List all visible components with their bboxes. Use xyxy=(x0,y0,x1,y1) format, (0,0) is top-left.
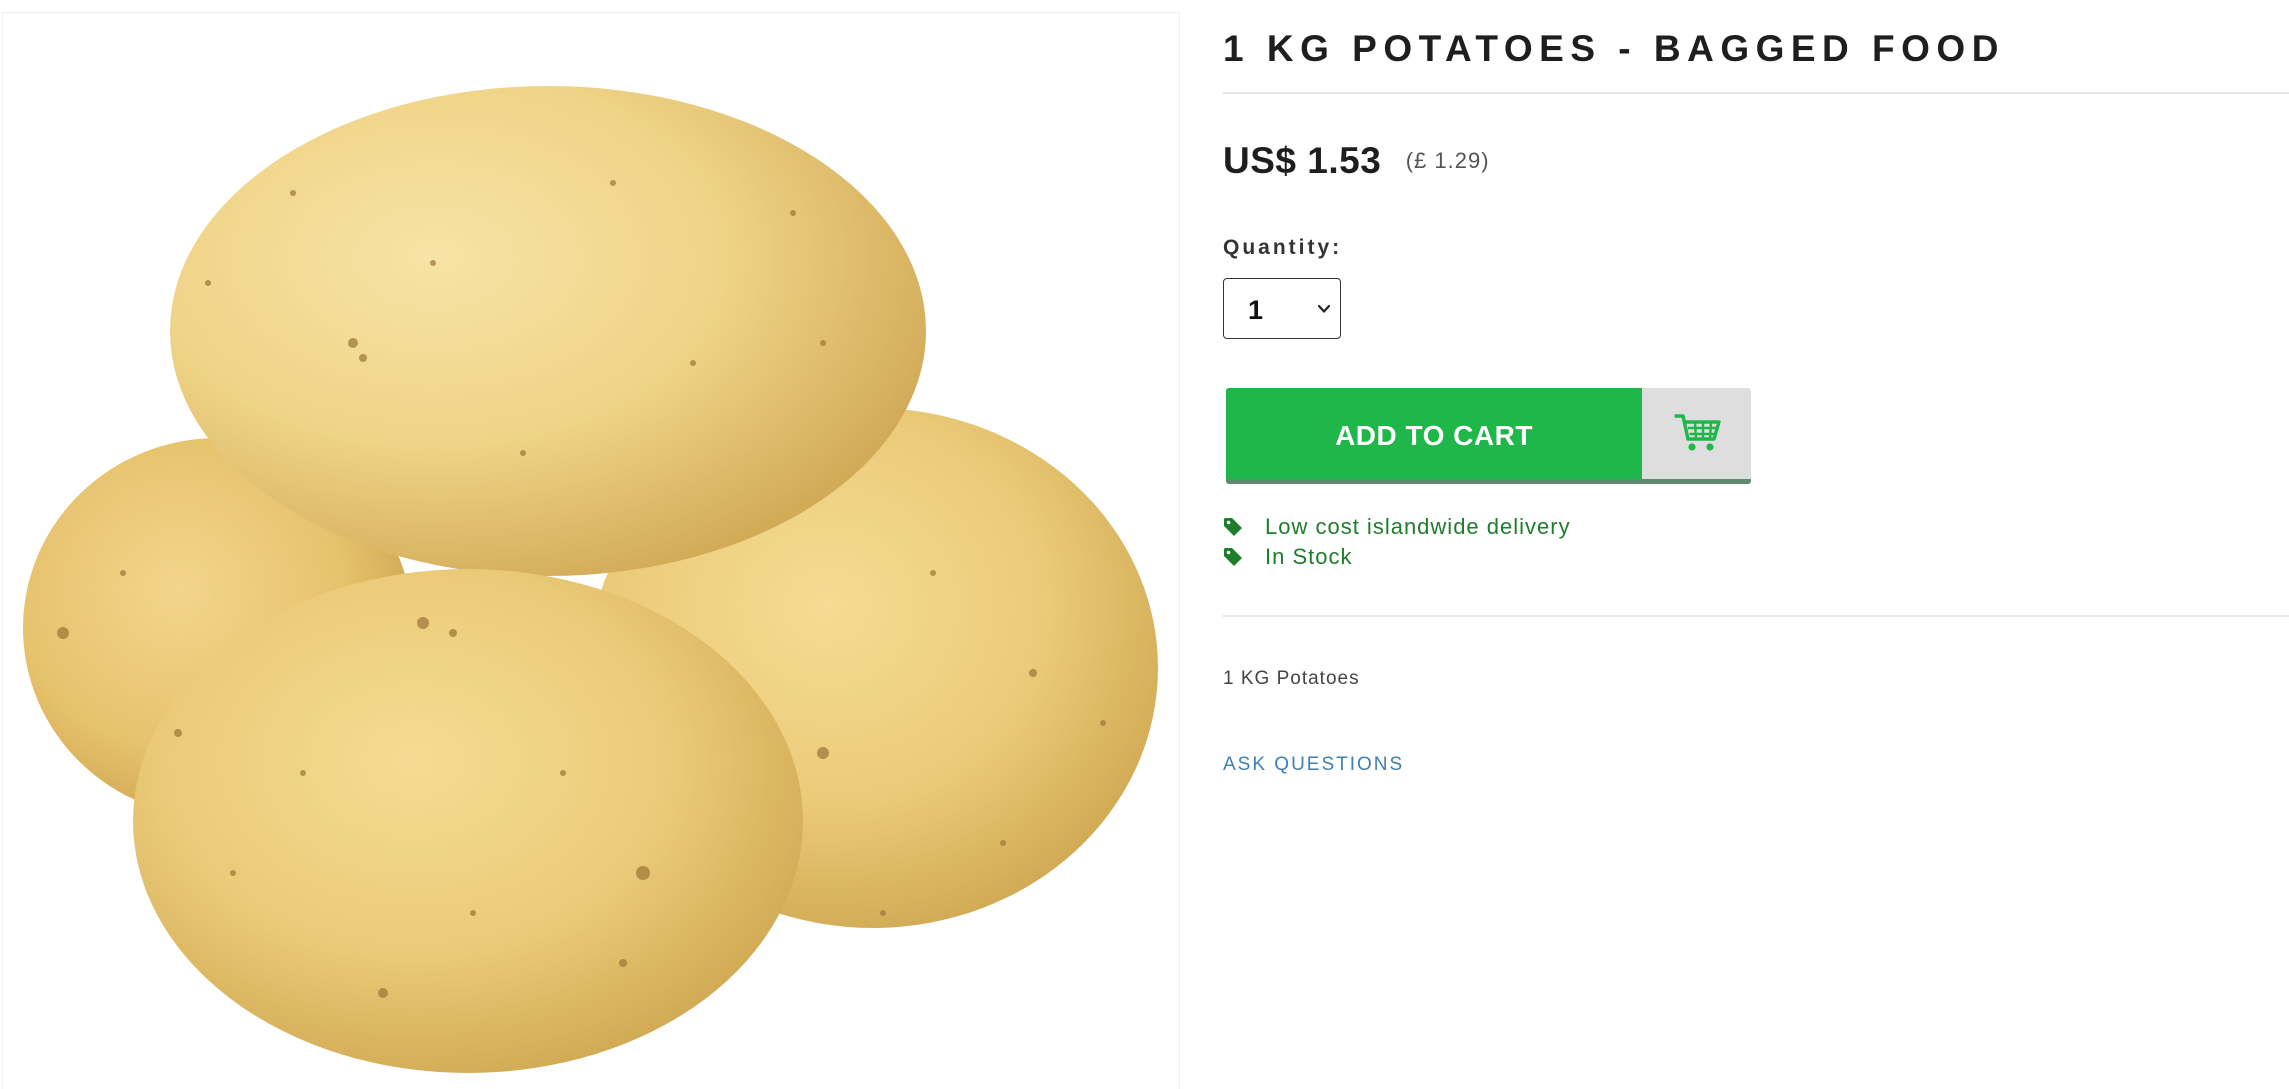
feature-text: In Stock xyxy=(1265,544,1353,569)
add-to-cart-main[interactable]: ADD TO CART xyxy=(1226,388,1642,484)
tag-icon xyxy=(1224,548,1242,566)
chevron-down-icon xyxy=(1317,304,1331,313)
product-description: 1 KG Potatoes xyxy=(1223,668,1360,689)
add-to-cart-label: ADD TO CART xyxy=(1335,420,1533,451)
price-gbp: (£ 1.29) xyxy=(1405,148,1490,173)
product-image xyxy=(2,12,1180,1089)
add-to-cart-button[interactable]: ADD TO CART xyxy=(1226,388,1751,484)
quantity-select[interactable]: 1 xyxy=(1223,278,1341,339)
feature-text: Low cost islandwide delivery xyxy=(1265,514,1571,539)
tag-icon xyxy=(1224,518,1242,536)
shopping-cart-icon xyxy=(1674,414,1721,451)
price-usd: US$ 1.53 xyxy=(1223,140,1382,181)
potatoes-image xyxy=(23,86,1158,1073)
section-divider xyxy=(1223,615,2289,617)
quantity-value: 1 xyxy=(1248,295,1264,325)
product-page: 1 KG POTATOES - BAGGED FOOD US$ 1.53 (£ … xyxy=(0,0,2289,1089)
feature-item-delivery: Low cost islandwide delivery xyxy=(1223,512,1571,542)
product-title: 1 KG POTATOES - BAGGED FOOD xyxy=(1223,28,2005,69)
price-row: US$ 1.53 (£ 1.29) xyxy=(1223,140,1490,182)
ask-questions-link[interactable]: ASK QUESTIONS xyxy=(1223,754,1404,776)
quantity-label: Quantity: xyxy=(1223,236,1343,259)
product-info: 1 KG POTATOES - BAGGED FOOD US$ 1.53 (£ … xyxy=(1223,0,2289,1089)
title-divider xyxy=(1223,92,2289,94)
feature-list: Low cost islandwide delivery In Stock xyxy=(1223,512,1571,572)
cart-icon-box[interactable] xyxy=(1642,388,1751,484)
feature-item-stock: In Stock xyxy=(1223,542,1571,572)
